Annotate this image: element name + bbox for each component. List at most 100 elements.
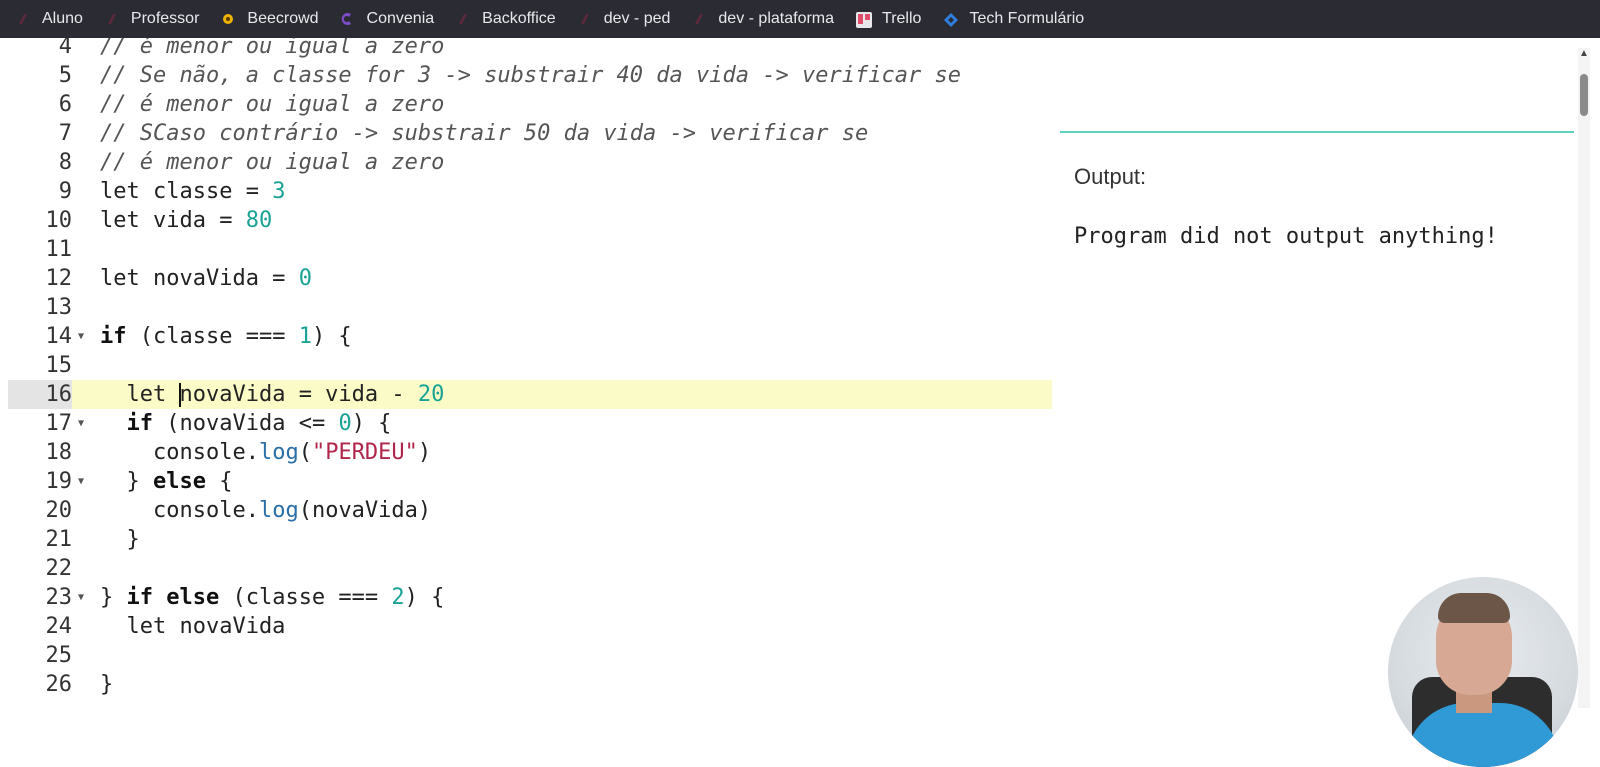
code-line[interactable]: 4 // é menor ou igual a zero [8, 38, 1052, 61]
bookmark-dark-icon [105, 12, 119, 26]
code-token: console. [100, 440, 259, 465]
bookmark-label: Tech Formulário [969, 10, 1085, 27]
code-token: ( [298, 440, 312, 465]
scroll-thumb[interactable] [1580, 74, 1588, 116]
bookmark-trello[interactable]: Trello [856, 10, 921, 28]
line-number: 14 [45, 324, 73, 349]
line-number: 25 [45, 643, 73, 668]
bookmark-professor[interactable]: Professor [105, 10, 199, 28]
line-number: 18 [45, 440, 73, 465]
bookmark-label: Aluno [42, 10, 83, 27]
code-line[interactable]: 20 console.log(novaVida) [8, 496, 1052, 525]
code-token: 20 [417, 382, 445, 407]
code-token: if else [126, 585, 220, 610]
code-line[interactable]: 15 [8, 351, 1052, 380]
bookmark-convenia[interactable]: Convenia [341, 10, 434, 28]
line-number: 6 [58, 92, 72, 117]
line-number: 26 [45, 672, 73, 697]
code-token: // Se não, a classe for 3 -> substrair 4… [100, 63, 961, 88]
line-number: 12 [45, 266, 73, 291]
scroll-up-arrow-icon[interactable]: ▲ [1579, 48, 1589, 59]
code-line[interactable]: 23 ▼} if else (classe === 2) { [8, 583, 1052, 612]
code-editor[interactable]: 4 // é menor ou igual a zero 5 // Se não, a… [8, 38, 1052, 720]
bookmark-backoffice[interactable]: Backoffice [456, 10, 556, 28]
code-line[interactable]: 14 ▼ if (classe === 1) { [8, 322, 1052, 351]
code-token: novaVida = vida - [179, 382, 418, 407]
code-line[interactable]: 26} [8, 670, 1052, 699]
bookmark-aluno[interactable]: Aluno [16, 10, 83, 28]
code-line[interactable]: 13 [8, 293, 1052, 322]
code-text: console.log(novaVida) [100, 496, 431, 525]
code-line[interactable]: 22 [8, 554, 1052, 583]
code-token: (novaVida) [298, 498, 432, 523]
code-line[interactable]: 5 // Se não, a classe for 3 -> substrair … [8, 61, 1052, 90]
code-token: let novaVida [100, 614, 286, 639]
code-line[interactable]: 25 [8, 641, 1052, 670]
code-line[interactable]: 11 [8, 235, 1052, 264]
code-token: 1 [298, 324, 312, 349]
code-text: // é menor ou igual a zero [100, 38, 444, 61]
line-number: 9 [58, 179, 72, 204]
line-number: 21 [45, 527, 73, 552]
code-token: ) [417, 440, 432, 465]
line-number: 19 [45, 469, 73, 494]
code-line[interactable]: 18 console.log("PERDEU") [8, 438, 1052, 467]
fold-arrow-icon[interactable]: ▼ [78, 467, 84, 496]
fold-arrow-icon[interactable]: ▼ [78, 409, 84, 438]
code-token: let classe = [100, 179, 273, 204]
line-number: 4 [58, 38, 72, 59]
bookmark-tech-formul-rio[interactable]: Tech Formulário [943, 10, 1084, 28]
line-number: 15 [45, 353, 73, 378]
code-line[interactable]: 12 let novaVida = 0 [8, 264, 1052, 293]
fold-arrow-icon[interactable]: ▼ [78, 583, 84, 612]
line-number: 24 [45, 614, 73, 639]
code-token: (novaVida <= [153, 411, 339, 436]
jira-icon [943, 12, 959, 27]
line-number: 8 [58, 150, 72, 175]
code-line[interactable]: 21 } [8, 525, 1052, 554]
code-line[interactable]: 6 // é menor ou igual a zero [8, 90, 1052, 119]
line-number: 16 [8, 380, 72, 409]
bookmark-beecrowd[interactable]: Beecrowd [221, 10, 319, 28]
code-text: // Se não, a classe for 3 -> substrair 4… [100, 61, 961, 90]
code-text: } if else (classe === 2) { [100, 583, 444, 612]
code-line[interactable]: 24 let novaVida [8, 612, 1052, 641]
code-line[interactable]: 8 // é menor ou igual a zero [8, 148, 1052, 177]
fold-arrow-icon[interactable]: ▼ [78, 322, 84, 351]
code-text: let novaVida [100, 612, 285, 641]
bookmark-dark-icon [692, 12, 706, 26]
code-line[interactable]: 16 let novaVida = vida - 20 [8, 380, 1052, 409]
code-token: // SCaso contrário -> substrair 50 da vi… [100, 121, 869, 146]
code-token: ) { [311, 324, 352, 349]
code-token: } [100, 585, 127, 610]
code-line[interactable]: 17 ▼ if (novaVida <= 0) { [8, 409, 1052, 438]
code-token: let [100, 382, 180, 407]
bookmark-label: Trello [882, 10, 922, 27]
code-line[interactable]: 7 // SCaso contrário -> substrair 50 da v… [8, 119, 1052, 148]
code-token: } [100, 672, 114, 697]
bookmark-dark-icon [16, 12, 30, 26]
code-token: if [126, 411, 154, 436]
line-number: 10 [45, 208, 73, 233]
code-token: console. [100, 498, 259, 523]
bookmark-dev-ped[interactable]: dev - ped [578, 10, 670, 28]
code-token: else [152, 469, 206, 494]
line-number: 20 [45, 498, 73, 523]
output-label: Output: [1074, 164, 1147, 189]
bookmarks-bar: Aluno Professor Beecrowd Convenia Backoffice… [0, 0, 1600, 38]
code-line[interactable]: 9 let classe = 3 [8, 177, 1052, 206]
code-text: // é menor ou igual a zero [100, 148, 444, 177]
bookmark-label: Professor [130, 10, 200, 27]
code-text: let classe = 3 [100, 177, 285, 206]
output-text: Program did not output anything! [1074, 224, 1498, 249]
code-token: } [100, 527, 140, 552]
code-line[interactable]: 10 let vida = 80 [8, 206, 1052, 235]
beecrowd-icon [221, 12, 235, 26]
bookmark-dev-plataforma[interactable]: dev - plataforma [692, 10, 834, 28]
code-text: console.log("PERDEU") [100, 438, 431, 467]
scrollbar[interactable]: ▲ [1578, 48, 1590, 708]
code-token: let vida = [100, 208, 246, 233]
code-token: 0 [338, 411, 352, 436]
code-line[interactable]: 19 ▼ } else { [8, 467, 1052, 496]
line-number: 7 [58, 121, 72, 146]
